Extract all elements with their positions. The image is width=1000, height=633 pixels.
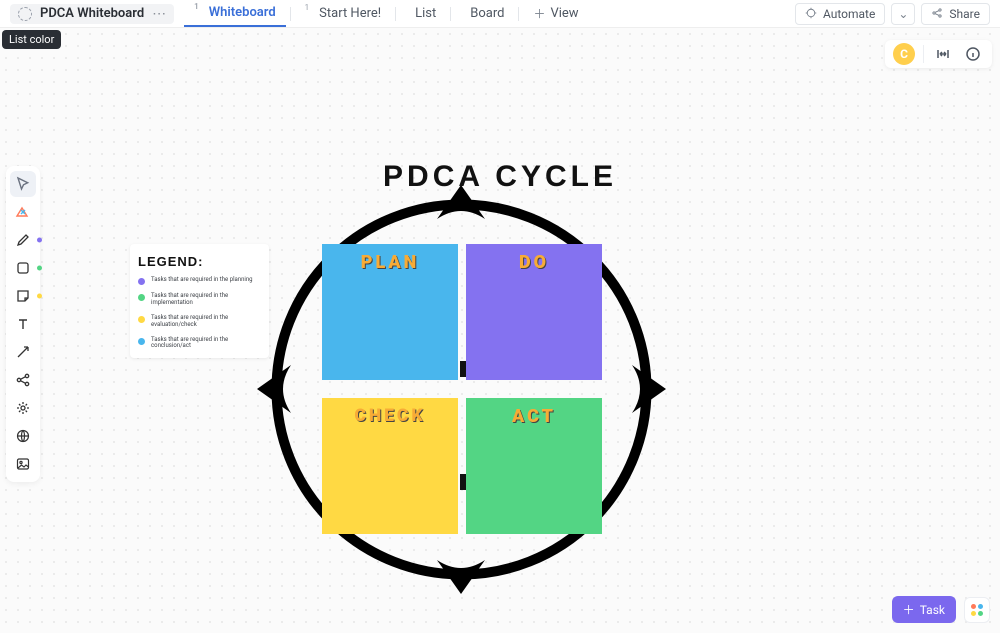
tab-badge: 1 [194,2,199,11]
tool-rail [6,166,40,482]
center-mark-2 [460,474,466,490]
legend-item: Tasks that are required in the implement… [138,293,261,307]
divider [450,7,451,21]
legend-dot [138,294,145,301]
avatar[interactable]: C [893,43,915,65]
automate-button[interactable]: Automate [795,3,885,25]
tool-connector[interactable] [10,339,36,365]
divider [923,45,924,63]
quad-plan[interactable]: PLAN [322,244,458,380]
tool-ai[interactable] [10,395,36,421]
plus-icon: ＋ [533,5,545,22]
plus-icon: ＋ [903,601,915,618]
tool-text[interactable] [10,311,36,337]
tool-pen[interactable] [10,227,36,253]
bottom-right-actions: ＋ Task [892,596,990,623]
whiteboard-title[interactable]: PDCA CYCLE [383,160,617,194]
legend-header: LEGEND: [138,254,261,269]
quad-act[interactable]: ACT [466,398,602,534]
info-button[interactable] [962,43,984,65]
quad-do[interactable]: DO [466,244,602,380]
legend-text: Tasks that are required in the evaluatio… [151,315,261,329]
center-mark [460,361,466,377]
top-right-actions: Automate ⌄ Share [795,0,990,28]
task-label: Task [920,603,945,617]
pdca-quadrants[interactable]: PLAN DO CHECK ACT [322,244,602,538]
tab-label: Board [470,6,504,21]
list-color-icon[interactable] [18,7,32,21]
new-task-button[interactable]: ＋ Task [892,596,956,623]
share-icon [931,7,943,22]
tab-start-here[interactable]: 1 Start Here! [295,0,391,27]
apps-button[interactable] [964,597,990,623]
tab-label: Whiteboard [209,5,276,20]
tool-shapes-color[interactable] [10,199,36,225]
quad-check[interactable]: CHECK [322,398,458,534]
sticky-color-dot [37,294,42,299]
divider [518,7,519,21]
tool-select[interactable] [10,171,36,197]
automate-label: Automate [823,7,875,21]
tab-list[interactable]: List [400,0,446,27]
page-title: PDCA Whiteboard [40,6,144,21]
square-color-dot [37,266,42,271]
share-button[interactable]: Share [921,3,990,25]
tooltip-list-color: List color [2,30,61,49]
legend-item: Tasks that are required in the evaluatio… [138,315,261,329]
tab-label: List [415,6,436,21]
view-tabs: 1 Whiteboard 1 Start Here! List B [184,0,588,27]
tab-whiteboard[interactable]: 1 Whiteboard [184,0,286,27]
legend-text: Tasks that are required in the planning [151,277,253,284]
legend-card[interactable]: LEGEND: Tasks that are required in the p… [130,244,269,358]
tool-relations[interactable] [10,367,36,393]
pen-color-dot [37,238,42,243]
tool-sticky[interactable] [10,283,36,309]
tool-square[interactable] [10,255,36,281]
fit-width-button[interactable] [932,43,954,65]
tab-add-view[interactable]: ＋ View [523,0,588,27]
automate-dropdown[interactable]: ⌄ [891,3,915,25]
tab-badge: 1 [305,3,310,12]
tool-web[interactable] [10,423,36,449]
share-label: Share [949,7,980,21]
tool-image[interactable] [10,451,36,477]
legend-dot [138,316,145,323]
legend-text: Tasks that are required in the conclusio… [151,337,261,351]
tab-label: View [550,6,578,21]
tab-board[interactable]: Board [455,0,514,27]
legend-item: Tasks that are required in the planning [138,277,261,285]
divider [290,7,291,21]
tab-label: Start Here! [319,6,381,21]
divider [395,7,396,21]
title-menu-icon[interactable]: ⋯ [152,6,166,22]
legend-dot [138,278,145,285]
legend-text: Tasks that are required in the implement… [151,293,261,307]
canvas-controls: C [885,40,992,68]
legend-dot [138,338,145,345]
legend-item: Tasks that are required in the conclusio… [138,337,261,351]
automate-icon [805,7,817,22]
top-bar: PDCA Whiteboard ⋯ 1 Whiteboard 1 Start H… [0,0,1000,28]
chevron-down-icon: ⌄ [898,7,908,21]
list-title-chip[interactable]: PDCA Whiteboard ⋯ [10,4,174,24]
